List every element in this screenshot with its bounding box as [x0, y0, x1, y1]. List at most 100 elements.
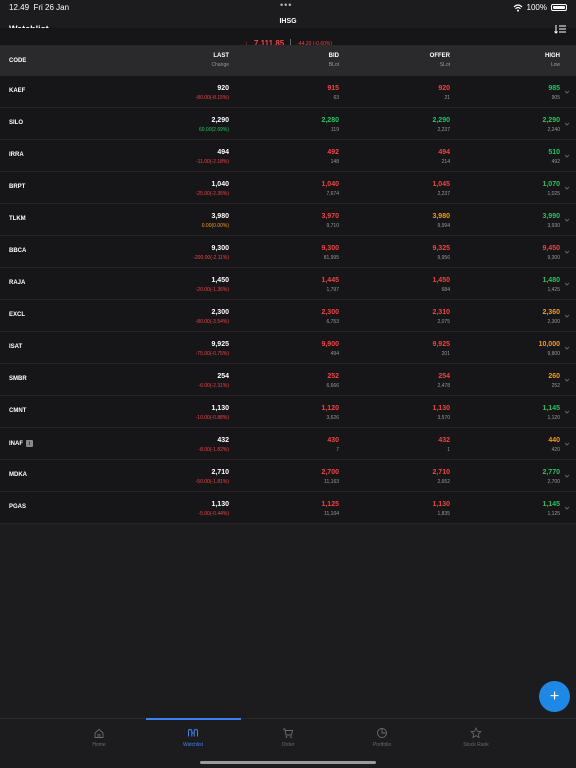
bid-price: 3,970	[321, 213, 339, 220]
stock-code-label: TLKM	[9, 216, 26, 222]
last-cell: 432 -8.00(-1.82%)	[198, 437, 229, 453]
info-badge-icon[interactable]: i	[26, 440, 33, 447]
table-row[interactable]: IRRA 494 -11.00(-2.18%) 492 148 494 214 …	[0, 140, 576, 172]
stock-code-label: KAEF	[9, 88, 26, 94]
table-row[interactable]: RAJA 1,450 -20.00(-1.36%) 1,445 1,797 1,…	[0, 268, 576, 300]
sort-icon[interactable]	[554, 24, 566, 34]
offer-lot: 684	[441, 287, 450, 293]
offer-lot: 3,570	[437, 415, 450, 421]
price-change: -75.00(-0.75%)	[195, 351, 229, 357]
bid-price: 9,300	[321, 245, 339, 252]
chevron-down-icon[interactable]	[564, 153, 570, 159]
tab-watchlist[interactable]: Watchlist	[153, 727, 233, 748]
stock-code-label: PGAS	[9, 504, 27, 510]
bid-cell: 2,700 11,163	[321, 469, 339, 485]
offer-cell: 9,325 9,956	[432, 245, 450, 261]
tab-home[interactable]: Home	[59, 727, 139, 748]
high-price: 9,450	[542, 245, 560, 252]
stock-code-label: IRRA	[9, 152, 24, 158]
chevron-down-icon[interactable]	[564, 281, 570, 287]
low-price: 1,425	[547, 287, 560, 293]
stock-code-label: ISAT	[9, 344, 23, 350]
stock-code: ISAT	[9, 344, 22, 350]
last-cell: 1,040 -25.00(-2.35%)	[196, 181, 229, 197]
column-code[interactable]: CODE	[9, 58, 26, 64]
table-row[interactable]: ISAT 9,925 -75.00(-0.75%) 9,900 494 9,92…	[0, 332, 576, 364]
chevron-down-icon[interactable]	[564, 409, 570, 415]
table-row[interactable]: BRPT 1,040 -25.00(-2.35%) 1,040 7,674 1,…	[0, 172, 576, 204]
bid-price: 2,700	[321, 469, 339, 476]
chevron-down-icon[interactable]	[564, 441, 570, 447]
offer-cell: 1,130 3,570	[432, 405, 450, 421]
table-row[interactable]: EXCL 2,300 -80.00(-3.54%) 2,300 6,753 2,…	[0, 300, 576, 332]
multitask-dots[interactable]: •••	[280, 0, 292, 10]
chevron-down-icon[interactable]	[564, 89, 570, 95]
high-price: 10,000	[538, 341, 560, 348]
table-row[interactable]: PGAS 1,130 -5.00(-0.44%) 1,125 11,104 1,…	[0, 492, 576, 524]
chevron-down-icon[interactable]	[564, 121, 570, 127]
stock-code: PGAS	[9, 504, 26, 510]
column-offer[interactable]: OFFER SLot	[430, 53, 450, 68]
status-right: 100%	[513, 3, 567, 12]
offer-lot: 21	[444, 95, 450, 101]
price-change: -50.00(-1.81%)	[195, 479, 229, 485]
last-price: 254	[217, 373, 229, 380]
last-price: 1,040	[211, 181, 229, 188]
bid-lot: 119	[331, 127, 339, 133]
table-row[interactable]: MDKA 2,710 -50.00(-1.81%) 2,700 11,163 2…	[0, 460, 576, 492]
bid-price: 1,125	[321, 501, 339, 508]
table-row[interactable]: SMBR 254 -6.00(-2.31%) 252 6,666 254 2,4…	[0, 364, 576, 396]
offer-lot: 2,237	[437, 127, 450, 133]
chevron-down-icon[interactable]	[564, 377, 570, 383]
table-row[interactable]: INAF i 432 -8.00(-1.82%) 430 7 432 1 440 …	[0, 428, 576, 460]
offer-cell: 432 1	[438, 437, 450, 453]
last-price: 9,925	[211, 341, 229, 348]
stock-code: TLKM	[9, 216, 26, 222]
chevron-down-icon[interactable]	[564, 473, 570, 479]
chevron-down-icon[interactable]	[564, 345, 570, 351]
bid-lot: 7,674	[326, 191, 339, 197]
tab-bar: Home Watchlist Order Portfolio Stock Rank	[0, 718, 576, 768]
bid-cell: 1,125 11,104	[321, 501, 339, 517]
high-price: 260	[548, 373, 560, 380]
table-row[interactable]: CMNT 1,130 -10.00(-0.88%) 1,120 3,626 1,…	[0, 396, 576, 428]
tab-portfolio[interactable]: Portfolio	[342, 727, 422, 748]
chevron-down-icon[interactable]	[564, 313, 570, 319]
tab-label: Stock Rank	[463, 742, 489, 748]
low-price: 1,025	[547, 191, 560, 197]
offer-lot: 1	[447, 447, 450, 453]
table-row[interactable]: SILO 2,290 60.00(2.69%) 2,280 119 2,290 …	[0, 108, 576, 140]
table-header: CODE LAST Change BID BLot OFFER SLot HIGH Lo…	[0, 45, 576, 76]
stock-code: SMBR	[9, 376, 27, 382]
table-row[interactable]: KAEF 920 -80.00(-8.15%) 915 63 920 21 98…	[0, 76, 576, 108]
table-row[interactable]: TLKM 3,980 0.00(0.00%) 3,970 9,710 3,980…	[0, 204, 576, 236]
chevron-down-icon[interactable]	[564, 505, 570, 511]
tab-order[interactable]: Order	[248, 727, 328, 748]
column-last[interactable]: LAST Change	[211, 53, 229, 68]
chevron-down-icon[interactable]	[564, 185, 570, 191]
tab-label: Portfolio	[372, 742, 392, 748]
bid-cell: 1,120 3,626	[321, 405, 339, 421]
last-cell: 2,290 60.00(2.69%)	[199, 117, 229, 133]
last-cell: 494 -11.00(-2.18%)	[196, 149, 229, 165]
offer-cell: 3,980 9,994	[432, 213, 450, 229]
table-row[interactable]: BBCA 9,300 -200.00(-2.11%) 9,300 81,995 …	[0, 236, 576, 268]
bid-lot: 81,995	[323, 255, 339, 261]
chevron-down-icon[interactable]	[564, 249, 570, 255]
chevron-down-icon[interactable]	[564, 217, 570, 223]
bid-cell: 1,445 1,797	[321, 277, 339, 293]
low-price: 905	[551, 95, 560, 101]
low-price: 9,800	[547, 351, 560, 357]
bid-cell: 9,300 81,995	[321, 245, 339, 261]
bid-price: 1,040	[321, 181, 339, 188]
last-cell: 1,450 -20.00(-1.36%)	[196, 277, 229, 293]
offer-price: 1,130	[432, 501, 450, 508]
offer-lot: 1,835	[437, 511, 450, 517]
column-bid[interactable]: BID BLot	[329, 53, 339, 68]
add-button[interactable]: +	[539, 681, 570, 712]
bid-cell: 2,300 6,753	[321, 309, 339, 325]
column-high[interactable]: HIGH Low	[545, 53, 560, 68]
pie-icon	[377, 728, 387, 738]
stock-code-label: CMNT	[9, 408, 27, 414]
tab-stock-rank[interactable]: Stock Rank	[436, 727, 516, 748]
